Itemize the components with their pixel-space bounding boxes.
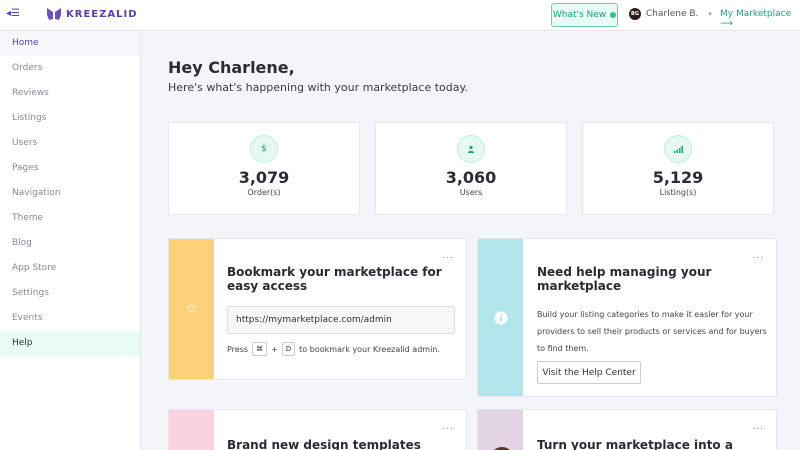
help-title: Need help managing your marketplace: [537, 265, 712, 293]
user-icon: [457, 135, 485, 163]
listings-stat-card[interactable]: 5,129 Listing(s): [582, 122, 774, 215]
sidebar-item-pages[interactable]: Pages: [0, 156, 140, 181]
d-key: D: [281, 342, 296, 356]
turn-title: Turn your marketplace into a: [537, 438, 733, 450]
top-bar: ◂☰ KREEZALID What's New BG Charlene B. ▾…: [0, 0, 800, 31]
my-marketplace-link[interactable]: My Marketplace ⟶: [720, 9, 800, 29]
info-icon: [478, 239, 523, 396]
sidebar-item-settings[interactable]: Settings: [0, 281, 140, 306]
bookmark-card: ☆ ... Bookmark your marketplace for easy…: [168, 238, 467, 380]
sidebar-item-help[interactable]: Help: [0, 331, 140, 356]
more-options-icon[interactable]: ...: [442, 251, 454, 261]
users-count: 3,060: [445, 168, 497, 187]
sidebar-item-home[interactable]: Home: [0, 31, 140, 56]
chevron-down-icon: ▾: [708, 10, 712, 18]
logo[interactable]: KREEZALID: [46, 7, 138, 21]
orders-count: 3,079: [238, 168, 290, 187]
turn-marketplace-card: ... Turn your marketplace into a: [477, 409, 777, 450]
butterfly-logo-icon: [47, 8, 61, 20]
menu-collapse-icon[interactable]: ◂☰: [6, 8, 20, 19]
more-options-icon[interactable]: ...: [442, 422, 454, 432]
visit-help-center-button[interactable]: Visit the Help Center: [537, 361, 641, 384]
press-suffix: to bookmark your Kreezalid admin.: [299, 344, 440, 354]
signal-bars-icon: [664, 135, 692, 163]
sidebar-item-orders[interactable]: Orders: [0, 56, 140, 81]
more-options-icon[interactable]: ...: [752, 422, 764, 432]
sidebar: Home Orders Reviews Listings Users Pages…: [0, 31, 141, 450]
orders-label: Order(s): [247, 188, 281, 197]
sidebar-item-navigation[interactable]: Navigation: [0, 181, 140, 206]
sidebar-item-reviews[interactable]: Reviews: [0, 81, 140, 106]
sidebar-item-events[interactable]: Events: [0, 306, 140, 331]
users-label: Users: [459, 188, 483, 197]
turn-card-image: [478, 410, 523, 450]
logo-text: KREEZALID: [66, 8, 138, 20]
command-key-icon: ⌘: [252, 342, 268, 356]
avatar: BG: [629, 8, 641, 20]
user-menu[interactable]: BG Charlene B. ▾: [629, 8, 712, 20]
sidebar-item-users[interactable]: Users: [0, 131, 140, 156]
sidebar-item-app-store[interactable]: App Store: [0, 256, 140, 281]
sidebar-item-theme[interactable]: Theme: [0, 206, 140, 231]
press-text: Press: [227, 344, 249, 354]
bookmark-instructions: Press ⌘ + D to bookmark your Kreezalid a…: [227, 342, 440, 356]
whats-new-button[interactable]: What's New: [551, 3, 618, 27]
whats-new-label: What's New: [552, 10, 607, 20]
notification-dot-icon: [610, 12, 617, 18]
user-name: Charlene B.: [646, 9, 699, 19]
templates-band: [169, 410, 214, 450]
users-stat-card[interactable]: 3,060 Users: [375, 122, 567, 215]
help-description: Build your listing categories to make it…: [537, 310, 767, 353]
help-card: ... Need help managing your marketplace …: [477, 238, 777, 397]
sidebar-item-blog[interactable]: Blog: [0, 231, 140, 256]
more-options-icon[interactable]: ...: [752, 251, 764, 261]
sidebar-item-listings[interactable]: Listings: [0, 106, 140, 131]
orders-stat-card[interactable]: $ 3,079 Order(s): [168, 122, 360, 215]
star-icon: ☆: [169, 239, 214, 379]
listings-label: Listing(s): [659, 188, 697, 197]
dollar-icon: $: [250, 135, 278, 163]
plus-text: +: [271, 344, 278, 354]
page-subtitle: Here's what's happening with your market…: [168, 81, 468, 94]
bookmark-title: Bookmark your marketplace for easy acces…: [227, 265, 442, 293]
marketplace-url-field[interactable]: https://mymarketplace.com/admin: [227, 306, 455, 334]
page-title: Hey Charlene,: [168, 58, 295, 77]
templates-title: Brand new design templates: [227, 438, 421, 450]
listings-count: 5,129: [652, 168, 704, 187]
templates-card: ... Brand new design templates: [168, 409, 467, 450]
